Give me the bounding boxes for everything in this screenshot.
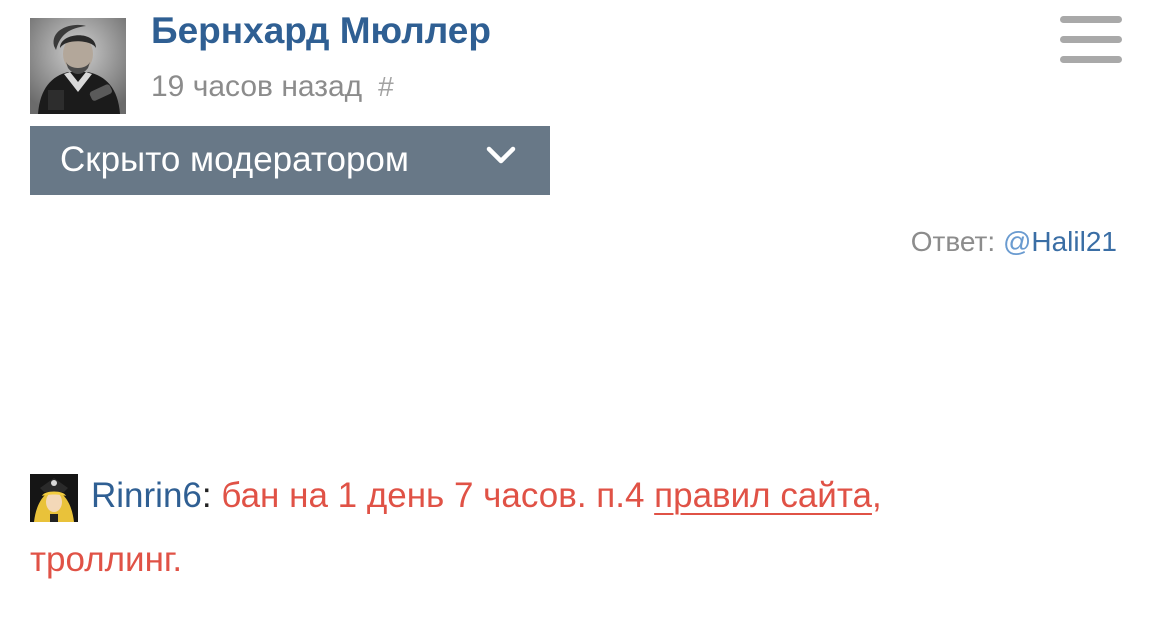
moderation-comma: , — [871, 476, 882, 515]
comment-menu-button[interactable] — [1058, 14, 1124, 66]
comment-time[interactable]: 19 часов назад — [151, 70, 362, 103]
author-name-link[interactable]: Бернхард Мюллер — [151, 10, 491, 52]
reply-prefix: Ответ: — [910, 226, 1003, 257]
moderation-colon: : — [201, 476, 212, 515]
permalink-link[interactable]: # — [378, 71, 394, 102]
reply-to: Ответ: @Halil21 — [911, 226, 1117, 258]
hidden-by-moderator-label: Скрыто модератором — [60, 140, 409, 179]
reply-user-link[interactable]: @Halil21 — [1003, 226, 1117, 257]
moderator-avatar[interactable] — [30, 474, 78, 522]
comment-meta: 19 часов назад # — [151, 70, 394, 104]
moderation-note: Rinrin6: бан на 1 день 7 часов. п.4 прав… — [91, 476, 882, 516]
moderation-reason: троллинг. — [30, 540, 183, 579]
moderator-avatar-image — [30, 474, 78, 522]
author-avatar[interactable] — [30, 18, 126, 114]
moderator-name-link[interactable]: Rinrin6 — [91, 476, 202, 515]
portrait-image — [30, 18, 126, 114]
site-rules-link[interactable]: правил сайта — [654, 476, 872, 515]
chevron-down-icon — [486, 146, 516, 164]
moderation-text: бан на 1 день 7 часов. п.4 — [211, 476, 655, 515]
comment-card: Бернхард Мюллер 19 часов назад # Скрыто м… — [0, 0, 1170, 630]
hidden-by-moderator-toggle[interactable]: Скрыто модератором — [30, 126, 550, 195]
